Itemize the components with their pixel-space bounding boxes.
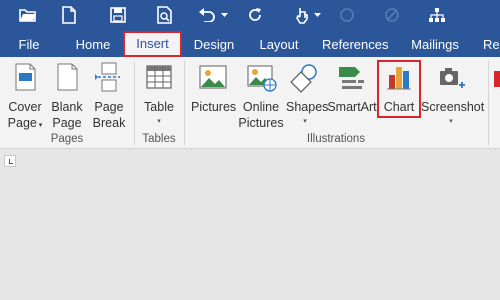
tab-insert[interactable]: Insert	[123, 31, 182, 57]
touch-dropdown-icon[interactable]	[311, 3, 323, 27]
table-button[interactable]: Table ▾	[139, 61, 179, 133]
new-document-icon[interactable]	[57, 3, 81, 27]
online-pictures-label: Online Pictures	[238, 100, 284, 130]
ribbon-tabs: File Home Insert Design Layout Reference…	[0, 31, 500, 57]
circle-icon[interactable]	[335, 3, 359, 27]
group-separator	[184, 61, 185, 145]
group-separator	[488, 61, 489, 145]
blank-page-button[interactable]: Blank Page	[49, 61, 85, 133]
online-pictures-icon	[247, 65, 277, 92]
page-break-button[interactable]: Page Break	[89, 61, 129, 133]
shapes-icon	[290, 64, 317, 93]
draw-icon[interactable]	[380, 3, 404, 27]
tab-references[interactable]: References	[322, 33, 388, 57]
tables-group-label: Tables	[142, 133, 176, 145]
screenshot-label: Screenshot	[421, 100, 485, 114]
tab-file[interactable]: File	[12, 33, 46, 57]
document-area	[0, 150, 500, 300]
tab-review[interactable]: Re	[483, 33, 500, 57]
illustrations-group-label: Illustrations	[306, 133, 366, 145]
chart-highlight	[377, 60, 421, 118]
blank-page-icon	[57, 63, 78, 91]
insert-ribbon: Cover Page ▾ Blank Page Page Break Pages	[0, 57, 500, 149]
pictures-label: Pictures	[191, 100, 237, 114]
undo-dropdown-icon[interactable]	[218, 3, 230, 27]
table-label: Table	[144, 100, 174, 114]
repeat-icon[interactable]	[243, 3, 267, 27]
screenshot-button[interactable]: Screenshot ▾	[421, 61, 485, 133]
smartart-button[interactable]: SmartArt	[327, 61, 377, 133]
folder-icon[interactable]	[16, 3, 40, 27]
online-pictures-button[interactable]: Online Pictures	[238, 61, 284, 133]
smartart-label: SmartArt	[327, 100, 377, 114]
undo-icon[interactable]	[195, 3, 219, 27]
addins-icon[interactable]	[494, 71, 500, 87]
smartart-icon	[339, 67, 364, 89]
cover-page-button[interactable]: Cover Page ▾	[4, 61, 46, 133]
cover-page-label: Cover Page ▾	[7, 100, 43, 130]
pages-group-label: Pages	[50, 133, 84, 145]
tab-home[interactable]: Home	[70, 33, 116, 57]
print-preview-icon[interactable]	[153, 3, 177, 27]
tab-layout[interactable]: Layout	[255, 33, 303, 57]
blank-page-label: Blank Page	[51, 100, 83, 130]
pictures-icon	[199, 65, 227, 89]
page-break-icon	[95, 62, 120, 92]
tab-design[interactable]: Design	[191, 33, 237, 57]
group-separator	[134, 61, 135, 145]
table-dropdown-icon: ▾	[157, 118, 161, 125]
shapes-label: Shapes	[286, 100, 329, 114]
org-chart-icon[interactable]	[425, 3, 449, 27]
quick-access-toolbar	[0, 0, 500, 33]
tab-mailings[interactable]: Mailings	[408, 33, 462, 57]
shapes-dropdown-icon: ▾	[303, 118, 307, 125]
pictures-button[interactable]: Pictures	[191, 61, 237, 133]
screenshot-dropdown-icon: ▾	[449, 118, 453, 125]
save-icon[interactable]	[106, 3, 130, 27]
shapes-button[interactable]: Shapes ▾	[286, 61, 329, 133]
table-icon	[146, 65, 172, 89]
screenshot-icon	[440, 68, 465, 88]
tab-selector-icon[interactable]	[4, 155, 16, 167]
insert-highlight	[123, 31, 182, 57]
page-break-label: Page Break	[92, 100, 126, 130]
cover-page-icon	[15, 63, 36, 91]
